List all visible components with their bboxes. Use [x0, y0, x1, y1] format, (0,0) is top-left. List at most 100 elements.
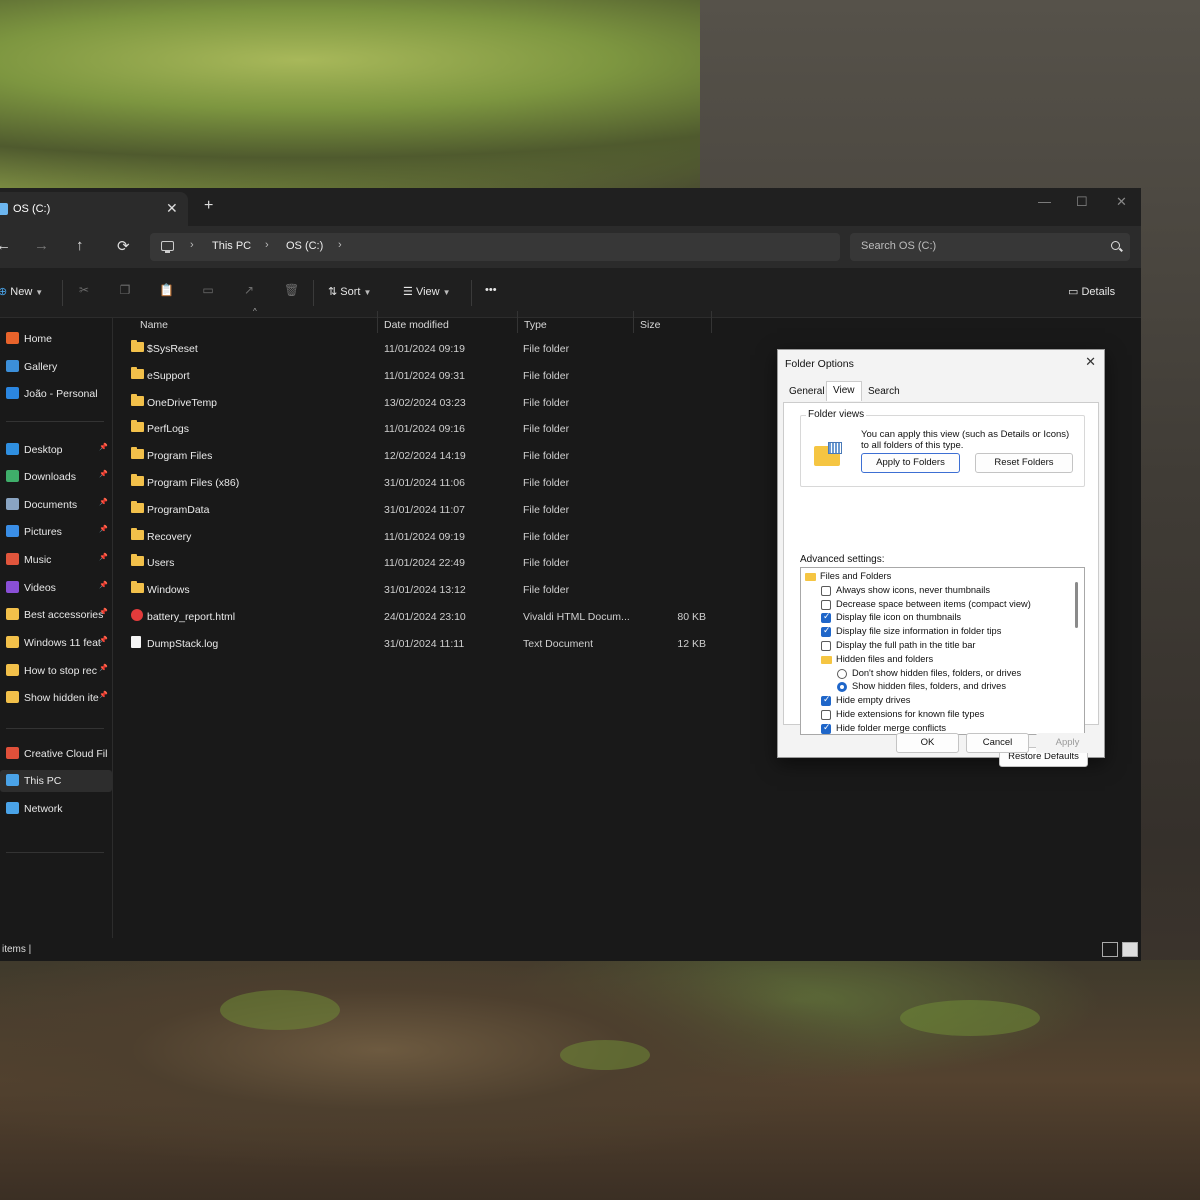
- table-row[interactable]: eSupport 11/01/2024 09:31 File folder: [113, 362, 733, 388]
- chevron-right-icon[interactable]: ›: [338, 239, 342, 251]
- details-pane-button[interactable]: ▭ Details: [1068, 285, 1115, 298]
- sidebar-item[interactable]: Music 📌: [0, 549, 112, 571]
- new-tab-button[interactable]: +: [204, 197, 213, 215]
- minimize-button[interactable]: —: [1038, 194, 1051, 209]
- column-header-size[interactable]: Size: [640, 319, 660, 331]
- checkbox[interactable]: [821, 710, 831, 720]
- breadcrumb-os-c[interactable]: OS (C:): [286, 240, 323, 252]
- table-row[interactable]: OneDriveTemp 13/02/2024 03:23 File folder: [113, 389, 733, 415]
- table-row[interactable]: PerfLogs 11/01/2024 09:16 File folder: [113, 415, 733, 441]
- sidebar-item[interactable]: Desktop 📌: [0, 439, 112, 461]
- sidebar-item[interactable]: Best accessories 📌: [0, 604, 112, 626]
- column-header-type[interactable]: Type: [524, 319, 547, 331]
- radio-button[interactable]: [837, 668, 847, 679]
- chevron-right-icon[interactable]: ›: [190, 239, 194, 251]
- search-icon[interactable]: [1111, 241, 1120, 250]
- copy-icon[interactable]: ❐: [118, 283, 132, 297]
- tab-general[interactable]: General: [789, 386, 825, 397]
- tab-search[interactable]: Search: [868, 386, 900, 397]
- sidebar-item[interactable]: Windows 11 feat 📌: [0, 632, 112, 654]
- sidebar-item[interactable]: Pictures 📌: [0, 521, 112, 543]
- sidebar-item[interactable]: Home: [0, 328, 112, 350]
- table-row[interactable]: $SysReset 11/01/2024 09:19 File folder: [113, 335, 733, 361]
- sidebar-item[interactable]: Downloads 📌: [0, 466, 112, 488]
- view-button[interactable]: ☰ View ▼: [403, 285, 451, 298]
- chevron-right-icon[interactable]: ›: [265, 239, 269, 251]
- search-box[interactable]: Search OS (C:): [850, 233, 1130, 261]
- column-divider[interactable]: [711, 311, 712, 333]
- column-header-name[interactable]: Name: [140, 319, 168, 331]
- paste-icon[interactable]: 📋: [159, 283, 174, 297]
- pin-icon[interactable]: 📌: [99, 581, 108, 589]
- column-divider[interactable]: [377, 311, 378, 333]
- apply-button[interactable]: Apply: [1036, 733, 1099, 753]
- cancel-button[interactable]: Cancel: [966, 733, 1029, 753]
- sidebar-item[interactable]: Videos 📌: [0, 577, 112, 599]
- table-row[interactable]: Users 11/01/2024 22:49 File folder: [113, 549, 733, 575]
- checkbox[interactable]: [821, 722, 831, 734]
- checkbox[interactable]: [821, 585, 831, 596]
- pin-icon[interactable]: 📌: [99, 525, 108, 533]
- breadcrumb-this-pc[interactable]: This PC: [212, 240, 251, 252]
- sidebar-item[interactable]: Documents 📌: [0, 494, 112, 516]
- sidebar-item[interactable]: Creative Cloud File: [0, 743, 112, 765]
- dialog-close-button[interactable]: ✕: [1085, 354, 1096, 370]
- checkbox[interactable]: [821, 599, 831, 610]
- sidebar-item[interactable]: Show hidden ite 📌: [0, 687, 112, 709]
- pin-icon[interactable]: 📌: [99, 691, 108, 699]
- pin-icon[interactable]: 📌: [99, 664, 108, 672]
- sidebar-item[interactable]: How to stop rec 📌: [0, 660, 112, 682]
- rename-icon[interactable]: ▭: [201, 283, 215, 297]
- table-row[interactable]: Program Files (x86) 31/01/2024 11:06 File …: [113, 469, 733, 495]
- checkbox[interactable]: [821, 641, 831, 651]
- pin-icon[interactable]: 📌: [99, 470, 108, 478]
- table-row[interactable]: battery_report.html 24/01/2024 23:10 Vival…: [113, 603, 733, 629]
- delete-icon[interactable]: 🗑: [284, 283, 299, 297]
- radio-button[interactable]: [837, 682, 847, 693]
- column-divider[interactable]: [633, 311, 634, 333]
- back-button[interactable]: ←: [0, 237, 11, 254]
- maximize-button[interactable]: ☐: [1076, 194, 1088, 210]
- tab-view[interactable]: View: [826, 381, 862, 401]
- details-view-icon[interactable]: [1102, 942, 1118, 957]
- checkbox[interactable]: [821, 611, 831, 624]
- column-header-date[interactable]: Date modified: [384, 319, 449, 331]
- pin-icon[interactable]: 📌: [99, 636, 108, 644]
- refresh-button[interactable]: ⟳: [117, 237, 130, 255]
- checkbox[interactable]: [821, 694, 831, 707]
- up-button[interactable]: ↑: [76, 237, 84, 254]
- share-icon[interactable]: ↗: [242, 283, 256, 297]
- pin-icon[interactable]: 📌: [99, 553, 108, 561]
- close-tab-icon[interactable]: ✕: [166, 200, 178, 217]
- table-row[interactable]: Program Files 12/02/2024 14:19 File folder: [113, 442, 733, 468]
- reset-folders-button[interactable]: Reset Folders: [975, 453, 1073, 473]
- file-name: Users: [147, 557, 175, 570]
- pin-icon[interactable]: 📌: [99, 443, 108, 451]
- column-divider[interactable]: [517, 311, 518, 333]
- sidebar-item[interactable]: Gallery: [0, 356, 112, 378]
- apply-to-folders-button[interactable]: Apply to Folders: [861, 453, 960, 473]
- more-options-button[interactable]: •••: [485, 284, 497, 296]
- large-icons-view-icon[interactable]: [1122, 942, 1138, 957]
- table-row[interactable]: ProgramData 31/01/2024 11:07 File folder: [113, 496, 733, 522]
- new-button[interactable]: ⊕ New ▼: [0, 285, 43, 298]
- ok-button[interactable]: OK: [896, 733, 959, 753]
- close-window-button[interactable]: ✕: [1116, 194, 1127, 210]
- sort-button[interactable]: ⇅ Sort ▼: [328, 285, 371, 298]
- forward-button[interactable]: →: [34, 237, 49, 254]
- table-row[interactable]: Recovery 11/01/2024 09:19 File folder: [113, 523, 733, 549]
- music-icon: [6, 553, 19, 565]
- table-row[interactable]: Windows 31/01/2024 13:12 File folder: [113, 576, 733, 602]
- sidebar-item[interactable]: Network: [0, 798, 112, 820]
- sidebar-item[interactable]: João - Personal: [0, 383, 112, 405]
- scrollbar[interactable]: [1075, 582, 1078, 628]
- sidebar-item[interactable]: This PC: [0, 770, 112, 792]
- address-bar[interactable]: › This PC › OS (C:) ›: [150, 233, 840, 261]
- checkbox[interactable]: [821, 625, 831, 638]
- pin-icon[interactable]: 📌: [99, 498, 108, 506]
- cut-icon[interactable]: ✂: [77, 283, 91, 297]
- pin-icon[interactable]: 📌: [99, 608, 108, 616]
- tab-os-c[interactable]: OS (C:) ✕: [0, 192, 188, 226]
- advanced-settings-list[interactable]: Files and Folders Always show icons, neve…: [800, 567, 1085, 735]
- table-row[interactable]: DumpStack.log 31/01/2024 11:11 Text Docume…: [113, 630, 733, 656]
